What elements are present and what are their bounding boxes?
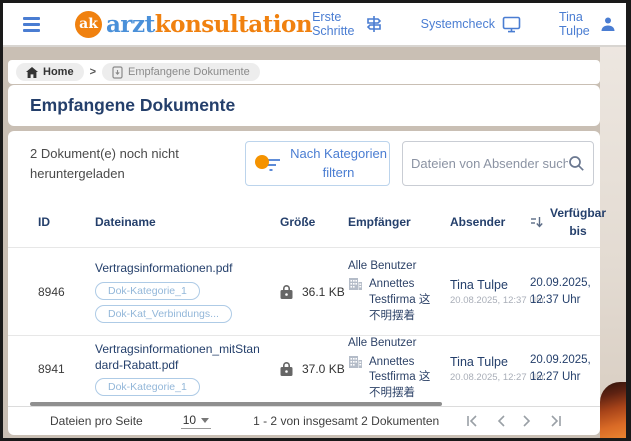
brand-circle-icon: ak (75, 11, 102, 38)
nav-user-account[interactable]: Tina Tulpe (559, 10, 616, 38)
recipient-secondary: Annettes Testfirma 这不明摆着 (369, 277, 433, 324)
lock-icon (280, 284, 293, 300)
table-row[interactable]: 8946 Vertragsinformationen.pdf Dok-Kateg… (8, 247, 600, 335)
sender-date: 20.08.2025, 12:37 Uhr (450, 295, 530, 306)
table-header-row: ID Dateiname Größe Empfänger Absender Ve… (8, 197, 600, 247)
nav-erste-schritte[interactable]: Erste Schritte (312, 10, 383, 38)
col-header-id: ID (38, 215, 95, 229)
last-page-button[interactable] (548, 415, 562, 427)
pagination-controls (466, 415, 562, 427)
cell-sender: Tina Tulpe 20.08.2025, 12:37 Uhr (450, 278, 530, 306)
sender-name: Tina Tulpe (450, 278, 530, 292)
search-input[interactable] (411, 156, 568, 171)
breadcrumb-home-label: Home (43, 66, 74, 78)
cell-available-until: 20.09.2025, 12:27 Uhr (530, 352, 602, 384)
screenshot-frame: ak arztkonsultation Erste Schritte Syste… (0, 0, 631, 441)
breadcrumb: Home > Empfangene Dokumente (8, 60, 600, 84)
next-page-button[interactable] (522, 415, 532, 427)
breadcrumb-current-label: Empfangene Dokumente (128, 66, 250, 78)
building-icon (348, 355, 363, 369)
background-photo-corner (600, 382, 626, 438)
col-header-empfaenger: Empfänger (348, 215, 450, 229)
menu-icon[interactable] (23, 17, 40, 32)
filename-text: Vertragsinformationen_mitStandard-Rabatt… (95, 341, 265, 373)
col-header-groesse: Größe (280, 215, 348, 229)
category-chip: Dok-Kategorie_1 (95, 282, 200, 300)
building-icon (348, 277, 363, 291)
search-icon[interactable] (568, 155, 585, 172)
search-box (402, 141, 594, 186)
cell-recipient: Alle Benutzer Annettes Testfirma 这不明摆着 (348, 336, 450, 401)
page-title: Empfangene Dokumente (30, 95, 235, 116)
nav-erste-schritte-label: Erste Schritte (312, 10, 358, 38)
nav-systemcheck[interactable]: Systemcheck (421, 16, 521, 33)
previous-page-button[interactable] (496, 415, 506, 427)
filter-by-categories-button[interactable]: Nach Kategorien filtern (245, 141, 390, 186)
per-page-value: 10 (183, 413, 196, 427)
recipient-primary: Alle Benutzer (348, 336, 450, 352)
brand-logo[interactable]: ak arztkonsultation (75, 11, 312, 38)
breadcrumb-separator: > (90, 66, 96, 78)
category-chip: Dok-Kategorie_1 (95, 378, 200, 396)
col-header-verfuegbar-bis: Verfügbar bis (549, 204, 607, 240)
cell-id: 8946 (38, 285, 95, 299)
header-nav: Erste Schritte Systemcheck Tina Tulpe (312, 10, 616, 38)
breadcrumb-home[interactable]: Home (16, 63, 84, 81)
cell-sender: Tina Tulpe 20.08.2025, 12:27 Uhr (450, 355, 530, 383)
col-header-dateiname: Dateiname (95, 215, 280, 229)
cell-filename: Vertragsinformationen.pdf Dok-Kategorie_… (95, 260, 280, 322)
first-page-button[interactable] (466, 415, 480, 427)
signpost-icon (365, 15, 383, 33)
cell-id: 8941 (38, 362, 95, 376)
per-page-label: Dateien pro Seite (50, 414, 143, 428)
recipient-secondary: Annettes Testfirma 这不明摆着 (369, 355, 433, 402)
table-row[interactable]: 8941 Vertragsinformationen_mitStandard-R… (8, 335, 600, 397)
app-viewport: ak arztkonsultation Erste Schritte Syste… (3, 3, 626, 438)
filter-active-badge (255, 155, 269, 169)
size-text: 36.1 KB (302, 285, 345, 299)
brand-wordmark: arztkonsultation (106, 11, 312, 38)
sort-icon[interactable] (530, 215, 544, 229)
per-page-select[interactable]: 10 (181, 413, 211, 429)
table-footer: Dateien pro Seite 10 1 - 2 von insgesamt… (8, 406, 600, 435)
title-card: Empfangene Dokumente (8, 85, 600, 126)
filter-button-label: Nach Kategorien filtern (289, 145, 389, 181)
nav-systemcheck-label: Systemcheck (421, 17, 495, 31)
user-name-label: Tina Tulpe (559, 10, 593, 38)
col-header-absender: Absender (450, 215, 530, 229)
documents-toolbar: 2 Dokument(e) noch nicht heruntergeladen… (8, 131, 600, 197)
cell-recipient: Alle Benutzer Annettes Testfirma 这不明摆着 (348, 259, 450, 324)
cell-size: 36.1 KB (280, 284, 348, 300)
monitor-icon (502, 16, 521, 33)
document-icon (112, 66, 123, 79)
lock-icon (280, 361, 293, 377)
sender-date: 20.08.2025, 12:27 Uhr (450, 372, 530, 383)
recipient-primary: Alle Benutzer (348, 259, 450, 275)
cell-size: 37.0 KB (280, 361, 348, 377)
chevron-down-icon (201, 418, 209, 423)
cell-filename: Vertragsinformationen_mitStandard-Rabatt… (95, 341, 280, 396)
breadcrumb-current[interactable]: Empfangene Dokumente (102, 63, 260, 81)
pagination-range-text: 1 - 2 von insgesamt 2 Dokumenten (253, 414, 439, 428)
app-header: ak arztkonsultation Erste Schritte Syste… (3, 3, 626, 47)
person-icon (600, 16, 616, 32)
documents-card: 2 Dokument(e) noch nicht heruntergeladen… (8, 131, 600, 435)
filename-text: Vertragsinformationen.pdf (95, 260, 232, 276)
pending-downloads-status: 2 Dokument(e) noch nicht heruntergeladen (30, 144, 240, 184)
sender-name: Tina Tulpe (450, 355, 530, 369)
cell-available-until: 20.09.2025, 12:37 Uhr (530, 275, 602, 307)
category-chip: Dok-Kat_Verbindungs... (95, 305, 232, 323)
home-icon (26, 67, 38, 78)
size-text: 37.0 KB (302, 362, 345, 376)
